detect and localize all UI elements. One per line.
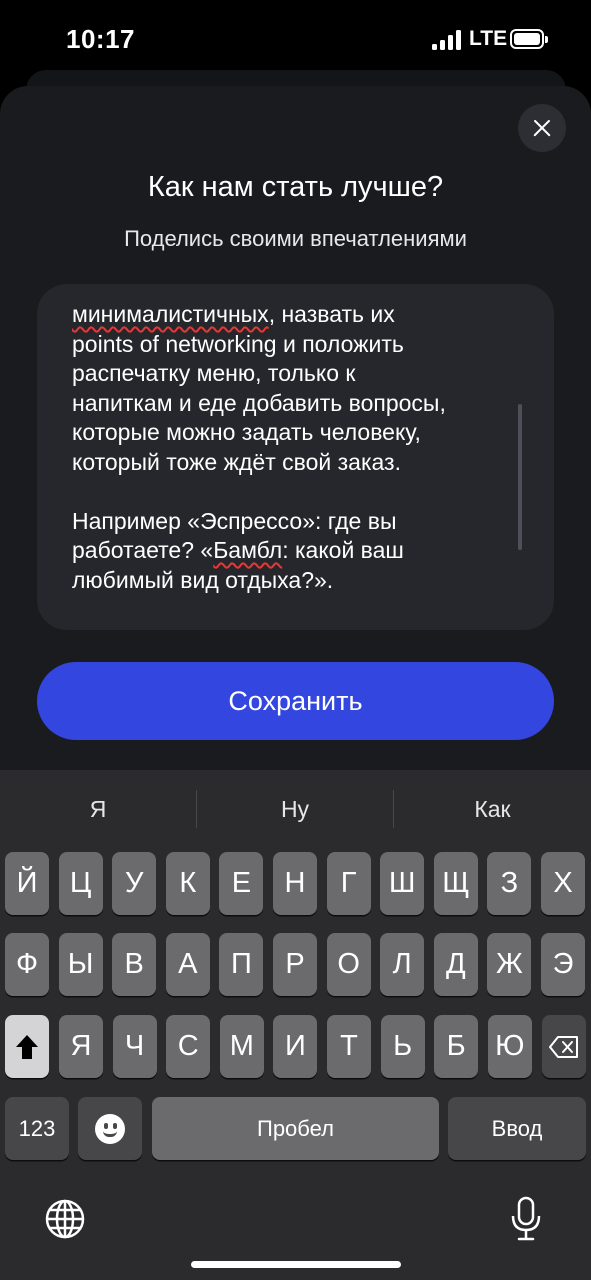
text-fragment: : какой ваш (282, 537, 404, 563)
status-bar: 10:17 LTE (0, 0, 591, 80)
signal-bars-icon (432, 30, 464, 50)
emoji-icon (95, 1113, 125, 1144)
key-letter[interactable]: Ю (487, 1015, 532, 1078)
suggestion-item[interactable]: Я (0, 770, 196, 848)
backspace-icon (549, 1036, 578, 1058)
text-line: напиткам и еде добавить вопросы, (72, 389, 446, 416)
network-type: LTE (469, 27, 508, 50)
key-letter[interactable]: Т (327, 1015, 371, 1078)
key-letter[interactable]: А (165, 933, 210, 996)
suggestion-bar: Я Ну Как (0, 770, 591, 848)
key-letter[interactable]: Ы (58, 933, 103, 996)
shift-key[interactable] (5, 1015, 49, 1078)
key-letter[interactable]: Н (273, 852, 317, 915)
text-line: который тоже ждёт свой заказ. (72, 448, 401, 475)
suggestion-item[interactable]: Как (394, 770, 591, 848)
key-letter[interactable]: Й (5, 852, 49, 915)
misspelled-word: Бамбл (213, 537, 283, 563)
key-letter[interactable]: П (219, 933, 264, 996)
text-fragment: , назвать их (268, 301, 395, 327)
feedback-text: минималистичных, назвать их points of ne… (72, 300, 512, 595)
globe-icon[interactable] (44, 1198, 86, 1240)
key-letter[interactable]: Б (434, 1015, 479, 1078)
key-letter[interactable]: Ч (112, 1015, 157, 1078)
space-key[interactable]: Пробел (152, 1097, 439, 1160)
home-indicator (191, 1261, 401, 1268)
key-letter[interactable]: Х (541, 852, 585, 915)
feedback-textarea[interactable]: минималистичных, назвать их points of ne… (37, 284, 554, 630)
key-letter[interactable]: Ж (487, 933, 532, 996)
keyboard: Я Ну Как ЙЦУКЕНГШЩЗХ ФЫВАПРОЛДЖЭ ЯЧСМИТЬ… (0, 770, 591, 1280)
key-letter[interactable]: Л (380, 933, 425, 996)
key-letter[interactable]: Я (59, 1015, 103, 1078)
key-letter[interactable]: Ц (58, 852, 103, 915)
delete-key[interactable] (542, 1015, 586, 1078)
text-line: которые можно задать человеку, (72, 419, 421, 445)
misspelled-word: минималистичных (72, 301, 269, 327)
key-letter[interactable]: Е (219, 852, 264, 915)
text-fragment: работаете? « (72, 537, 214, 563)
numbers-key[interactable]: 123 (5, 1097, 69, 1160)
battery-icon (510, 29, 548, 49)
key-letter[interactable]: О (326, 933, 371, 996)
save-button[interactable]: Сохранить (37, 662, 554, 740)
text-line: распечатку меню, только к (72, 360, 356, 386)
key-letter[interactable]: С (166, 1015, 211, 1078)
key-letter[interactable]: Э (541, 933, 585, 996)
key-letter[interactable]: З (487, 852, 532, 915)
microphone-icon[interactable] (510, 1196, 542, 1242)
shift-icon (16, 1034, 38, 1059)
key-letter[interactable]: Р (273, 933, 317, 996)
key-letter[interactable]: В (112, 933, 157, 996)
key-letter[interactable]: Д (433, 933, 478, 996)
status-time: 10:17 (66, 24, 135, 54)
key-letter[interactable]: К (165, 852, 210, 915)
text-line: Например «Эспрессо»: где вы (72, 507, 397, 534)
textarea-scrollbar[interactable] (518, 404, 522, 550)
close-button[interactable] (518, 104, 566, 152)
text-line: points of networking и положить (72, 330, 404, 357)
sheet-subtitle: Поделись своими впечатлениями (124, 226, 467, 251)
emoji-key[interactable] (78, 1097, 142, 1160)
key-letter[interactable]: Ш (380, 852, 425, 915)
return-key[interactable]: Ввод (448, 1097, 586, 1160)
suggestion-item[interactable]: Ну (197, 770, 393, 848)
sheet-title: Как нам стать лучше? (147, 171, 444, 203)
key-letter[interactable]: М (219, 1015, 264, 1078)
key-letter[interactable]: И (273, 1015, 318, 1078)
key-letter[interactable]: Г (326, 852, 371, 915)
key-letter[interactable]: Щ (433, 852, 478, 915)
key-letter[interactable]: Ф (5, 933, 49, 996)
text-line: любимый вид отдыха?». (72, 566, 334, 593)
key-letter[interactable]: Ь (380, 1015, 425, 1078)
key-letter[interactable]: У (112, 852, 157, 915)
